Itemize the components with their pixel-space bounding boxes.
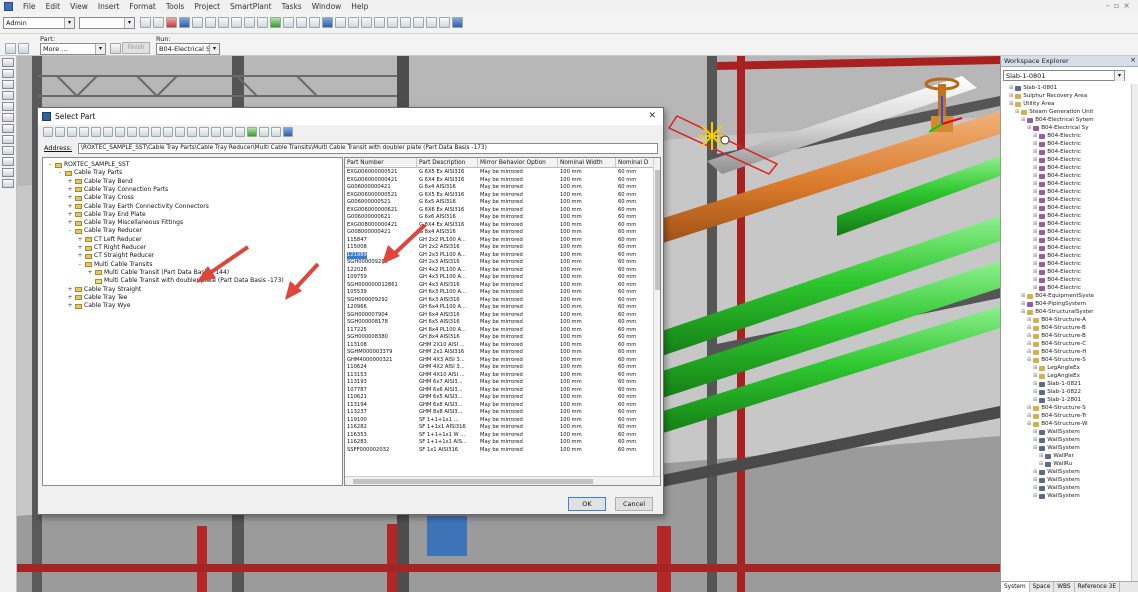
red-arrow	[285, 262, 320, 300]
annotation-arrows	[196, 223, 427, 300]
red-arrow	[196, 245, 250, 283]
red-arrow	[382, 223, 427, 264]
app-window: File Edit View Insert Format Tools Proje…	[0, 0, 1138, 592]
